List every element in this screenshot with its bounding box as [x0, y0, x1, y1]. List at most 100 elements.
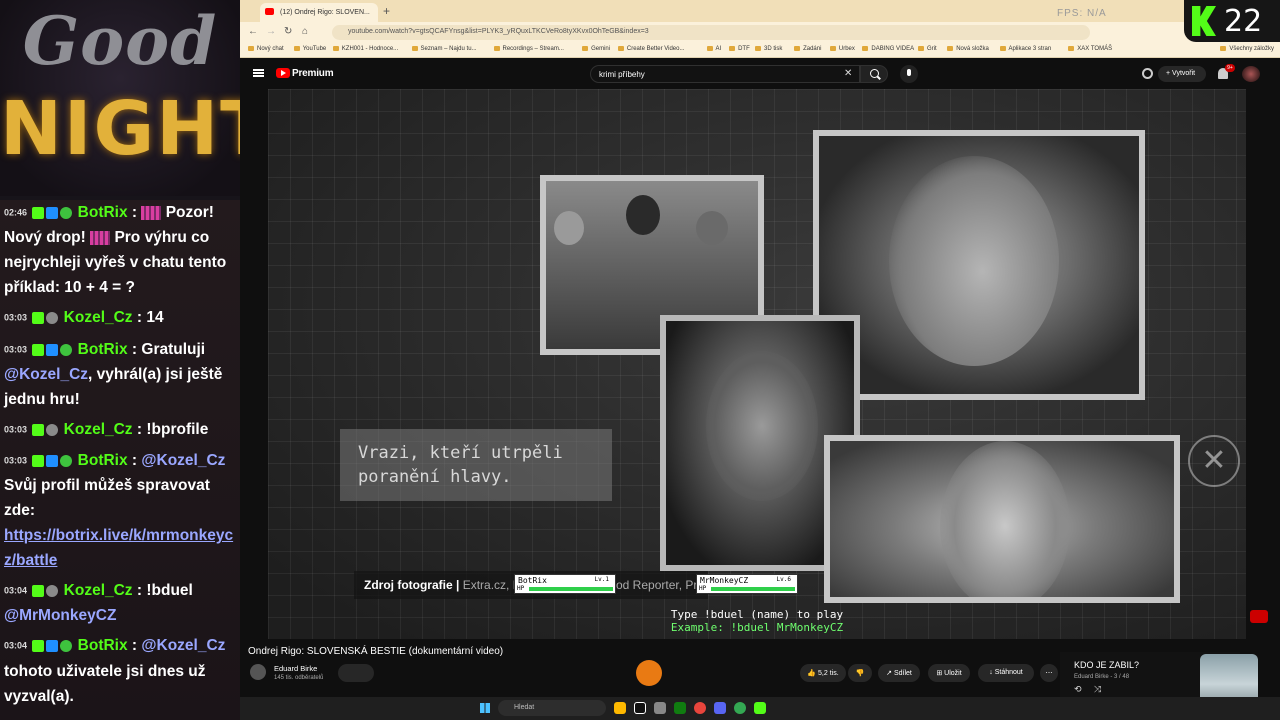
chat-mention[interactable]: @Kozel_Cz: [4, 366, 88, 383]
share-button[interactable]: ↗ Sdílet: [878, 664, 920, 682]
bookmark-item[interactable]: Všechny záložky: [1220, 46, 1274, 52]
settings-taskbar-icon[interactable]: [654, 702, 666, 714]
chat-link[interactable]: https://botrix.live/k/mrmonkeycz/battle: [4, 527, 233, 569]
player1-hp-bar: [529, 587, 613, 591]
shuffle-icon[interactable]: ⤨: [1094, 684, 1101, 695]
player2-level: Lv.6: [776, 576, 791, 583]
forward-icon[interactable]: →: [266, 26, 276, 37]
kick-viewer-badge: 22: [1184, 0, 1280, 42]
chat-timestamp: 03:03: [4, 424, 28, 435]
youtube-mini-icon[interactable]: [1250, 610, 1268, 623]
new-tab-icon[interactable]: +: [383, 4, 390, 18]
good-night-logo: Good NIGHT: [0, 0, 240, 196]
reload-icon[interactable]: ↻: [284, 26, 292, 37]
chat-text: tohoto uživatele jsi dnes už vyzval(a).: [4, 662, 206, 705]
chat-username[interactable]: BotRix: [78, 637, 128, 654]
chat-username[interactable]: Kozel_Cz: [64, 309, 133, 326]
dislike-button[interactable]: 👎: [848, 664, 872, 682]
bookmark-item[interactable]: KZH001 - Hodnoce...: [333, 46, 398, 52]
like-button[interactable]: 👍 5,2 tis.: [800, 664, 846, 682]
chat-mention[interactable]: @Kozel_Cz: [141, 452, 225, 469]
verified-badge-icon: [60, 206, 73, 219]
channel-name[interactable]: Eduard Birke: [274, 664, 317, 673]
video-player[interactable]: Vrazi, kteří utrpěli poranění hlavy. ✕ Z…: [268, 89, 1246, 639]
playlist-title: KDO JE ZABIL?: [1074, 660, 1140, 670]
tab-strip: (12) Ondrej Rigo: SLOVEN... ✕ + FPS: N/A: [240, 0, 1280, 22]
subscribed-bell-button[interactable]: [338, 664, 374, 682]
play-app-icon[interactable]: [754, 702, 766, 714]
windows-start-icon[interactable]: [480, 703, 490, 713]
youtube-logo-icon[interactable]: [276, 68, 290, 78]
chrome-icon[interactable]: [694, 702, 706, 714]
bookmark-item[interactable]: DABING VIDEA: [862, 46, 914, 52]
duel-example: Example: !bduel MrMonkeyCZ: [670, 621, 844, 634]
bookmark-item[interactable]: 3D tisk: [755, 46, 782, 52]
sub-badge-icon: [46, 424, 59, 437]
chat-mention[interactable]: @MrMonkeyCZ: [4, 607, 116, 624]
chat-username[interactable]: BotRix: [78, 452, 128, 469]
bookmark-item[interactable]: Urbex: [830, 46, 855, 52]
browser-alt-icon[interactable]: [734, 702, 746, 714]
bookmark-item[interactable]: Nový chat: [248, 46, 284, 52]
chat-text: Gratuluji: [141, 340, 206, 358]
file-explorer-icon[interactable]: [614, 702, 626, 714]
create-button[interactable]: + Vytvořit: [1158, 66, 1206, 82]
chat-username[interactable]: Kozel_Cz: [64, 582, 133, 599]
pixel-emote-icon: [141, 205, 162, 220]
browser-tab[interactable]: (12) Ondrej Rigo: SLOVEN... ✕: [260, 3, 378, 22]
bookmark-item[interactable]: Gemini: [582, 46, 610, 52]
bookmark-item[interactable]: YouTube: [294, 46, 327, 52]
bookmark-item[interactable]: Recordings – Stream...: [494, 46, 564, 52]
bookmark-item[interactable]: Nová složka: [947, 46, 989, 52]
xbox-icon[interactable]: [674, 702, 686, 714]
player2-hp-bar: [711, 587, 795, 591]
bookmark-item[interactable]: XAX TOMÁŠ: [1068, 46, 1112, 52]
bookmark-item[interactable]: Create Better Video...: [618, 46, 685, 52]
url-input[interactable]: youtube.com/watch?v=gtsQCAFYnsg&list=PLY…: [332, 25, 1090, 40]
back-icon[interactable]: ←: [248, 26, 258, 37]
search-icon[interactable]: [860, 65, 888, 83]
channel-avatar[interactable]: [250, 664, 266, 680]
chat-mention[interactable]: @Kozel_Cz: [141, 637, 225, 654]
tiktok-icon[interactable]: [634, 702, 646, 714]
photo-smiling-man: [824, 435, 1180, 603]
mic-icon[interactable]: [900, 65, 918, 83]
face-shape: [554, 211, 584, 245]
bookmark-item[interactable]: AI: [707, 46, 722, 52]
bookmarks-bar: Nový chat YouTube KZH001 - Hodnoce... Sezna…: [240, 42, 1280, 58]
duel-instruction: Type !bduel (name) to play: [670, 608, 844, 621]
download-button[interactable]: ↓ Stáhnout: [978, 664, 1034, 682]
chat-username[interactable]: Kozel_Cz: [64, 421, 133, 438]
loop-icon[interactable]: ⟲: [1074, 684, 1082, 695]
menu-icon[interactable]: [253, 69, 264, 71]
chat-message: 02:46 BotRix : Pozor! Nový drop! Pro výh…: [4, 204, 227, 297]
chat-panel: 02:46 BotRix : Pozor! Nový drop! Pro výh…: [0, 200, 240, 720]
bookmark-item[interactable]: Grit: [918, 46, 937, 52]
bookmark-item[interactable]: Aplikace 3 stran: [1000, 46, 1052, 52]
chat-text: Nový drop!: [4, 229, 86, 247]
player1-hp-label: HP: [517, 585, 525, 592]
chat-text: !bduel: [146, 582, 193, 600]
youtube-brand[interactable]: Premium: [292, 68, 334, 79]
face-shape: [696, 211, 728, 245]
home-icon[interactable]: ⌂: [302, 26, 308, 37]
kick-badge-icon: [32, 343, 45, 356]
bookmark-item[interactable]: Seznam – Najdu tu...: [412, 46, 477, 52]
bookmark-item[interactable]: DTF: [729, 46, 750, 52]
save-label: Uložit: [944, 670, 962, 677]
gear-icon[interactable]: [1142, 68, 1153, 79]
chat-username[interactable]: BotRix: [78, 341, 128, 358]
bot-badge-icon: [46, 206, 59, 219]
save-button[interactable]: ⊞ Uložit: [928, 664, 970, 682]
discord-icon[interactable]: [714, 702, 726, 714]
bookmark-item[interactable]: Zadáni: [794, 46, 821, 52]
clear-search-icon[interactable]: ✕: [844, 68, 852, 79]
chat-username[interactable]: BotRix: [78, 204, 128, 221]
kick-badge-icon: [32, 640, 45, 653]
chat-message: 03:03 BotRix : Gratuluji @Kozel_Cz, vyhr…: [4, 340, 223, 409]
search-input[interactable]: krimi příbehy: [590, 65, 860, 83]
taskbar-search-input[interactable]: Hledat: [498, 700, 606, 716]
more-actions-button[interactable]: ⋯: [1040, 664, 1058, 682]
avatar[interactable]: [1242, 66, 1260, 82]
chat-timestamp: 03:03: [4, 344, 28, 355]
